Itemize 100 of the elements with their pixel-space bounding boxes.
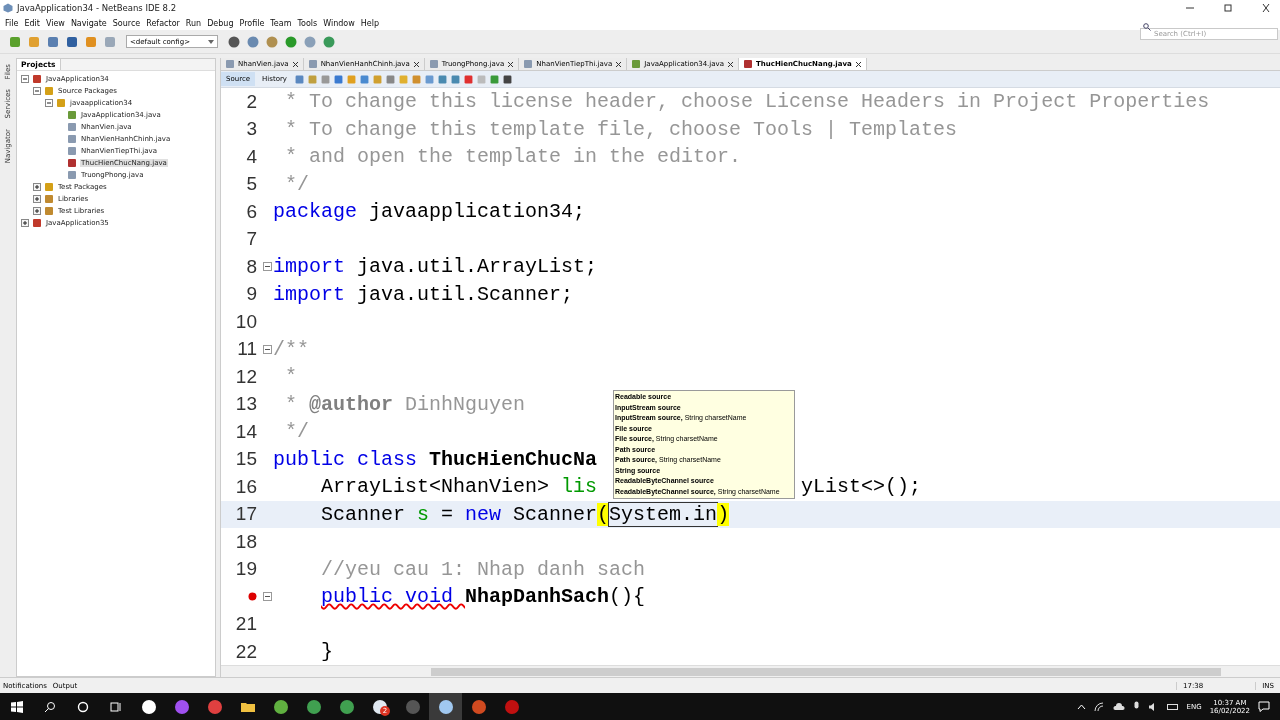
- project-icon: [32, 218, 42, 228]
- line-number: 21: [235, 613, 257, 636]
- toolbar-icon[interactable]: [46, 34, 60, 49]
- menu-item[interactable]: Profile: [236, 18, 268, 28]
- java-file-icon: [631, 59, 642, 69]
- menu-item[interactable]: Help: [357, 18, 382, 28]
- expand-icon[interactable]: [33, 207, 41, 215]
- line-number: 16: [235, 475, 257, 498]
- close-icon[interactable]: [615, 60, 623, 68]
- battery-icon[interactable]: [1166, 702, 1179, 711]
- line-number: 4: [246, 145, 257, 168]
- code-line: ArrayList<NhanVien> lis: [321, 475, 598, 499]
- expand-icon[interactable]: [21, 219, 29, 227]
- toolbar-icon[interactable]: [65, 34, 79, 49]
- close-icon[interactable]: [727, 60, 734, 68]
- expand-icon[interactable]: [33, 195, 41, 203]
- line-number: 9: [246, 283, 257, 306]
- code-line: package javaapplication34;: [273, 200, 586, 224]
- line-number: 15: [235, 448, 257, 471]
- menu-item[interactable]: View: [42, 18, 68, 28]
- line-number: 13: [235, 393, 257, 416]
- code-line: * @author DinhNguyen: [284, 392, 526, 416]
- code-line: */: [284, 420, 309, 444]
- code-line: public class ThucHienChucNa: [273, 447, 598, 471]
- app-icon: [305, 698, 322, 715]
- app-icon: [470, 698, 487, 715]
- chevron-up-icon[interactable]: [1076, 703, 1086, 710]
- line-number: 14: [235, 420, 257, 443]
- menu-item[interactable]: Navigate: [67, 18, 110, 28]
- caret-icon: [208, 39, 214, 44]
- menu-item[interactable]: Run: [182, 18, 205, 28]
- close-icon[interactable]: [291, 60, 299, 68]
- line-number: 2: [246, 90, 257, 113]
- app-icon: [3, 3, 13, 13]
- close-icon[interactable]: [507, 60, 515, 68]
- app-icon: [437, 698, 454, 715]
- restore-icon[interactable]: [1222, 3, 1234, 13]
- windows-logo-icon[interactable]: [10, 700, 23, 713]
- expand-icon[interactable]: [33, 183, 41, 191]
- app-icon: [404, 698, 421, 715]
- menu-item[interactable]: Refactor: [143, 18, 183, 28]
- line-number: 17: [235, 503, 257, 526]
- close-icon[interactable]: [1260, 3, 1272, 13]
- code-line: * To change this template file, choose Tools | Templates: [284, 117, 958, 141]
- app-icon: [503, 698, 520, 715]
- java-file-icon: [307, 59, 318, 69]
- notification-icon[interactable]: [1258, 701, 1270, 712]
- taskbar-app[interactable]: [429, 693, 462, 720]
- line-number: 8: [246, 255, 257, 278]
- toolbar-icon[interactable]: [462, 73, 474, 85]
- folder-icon: [44, 182, 54, 192]
- close-icon[interactable]: [412, 60, 420, 68]
- fold-icon[interactable]: [262, 344, 272, 354]
- line-number: 22: [235, 640, 257, 663]
- scrollbar-thumb[interactable]: [431, 667, 1221, 676]
- app-icon: [206, 698, 223, 715]
- menu-item[interactable]: Window: [320, 18, 358, 28]
- line-number: 5: [246, 173, 257, 196]
- collapse-icon[interactable]: [33, 87, 41, 95]
- fold-icon[interactable]: [262, 262, 272, 272]
- app-icon: [338, 698, 355, 715]
- app-icon: [140, 698, 157, 715]
- toolbar-icon[interactable]: [227, 34, 241, 49]
- menu-item[interactable]: Debug: [204, 18, 237, 28]
- wifi-icon[interactable]: [1093, 701, 1105, 712]
- line-number: 11: [237, 338, 257, 361]
- circle-icon[interactable]: [76, 700, 89, 713]
- menu-item[interactable]: Team: [267, 18, 295, 28]
- code-fragment: yList<>();: [801, 475, 922, 499]
- error-icon: [248, 592, 257, 602]
- java-file-icon: [523, 59, 534, 69]
- line-number: 12: [235, 365, 257, 388]
- menu-item[interactable]: File: [2, 18, 22, 28]
- collapse-icon[interactable]: [45, 99, 53, 107]
- line-number: 18: [235, 530, 257, 553]
- toolbar-icon[interactable]: [332, 73, 344, 85]
- close-icon[interactable]: [854, 60, 862, 68]
- code-line: import java.util.Scanner;: [273, 282, 574, 306]
- search-icon: [1143, 23, 1151, 31]
- java-file-icon: [225, 59, 235, 69]
- cloud-icon[interactable]: [1112, 702, 1125, 711]
- line-number: 7: [246, 228, 257, 251]
- toolbar-icon[interactable]: [501, 73, 513, 85]
- code-line: Scanner s = new Scanner(System.in): [321, 502, 730, 526]
- project-icon: [32, 74, 42, 84]
- menu-item[interactable]: Tools: [294, 18, 321, 28]
- menu-item[interactable]: Edit: [21, 18, 43, 28]
- java-file-icon: [428, 59, 439, 69]
- window-title: JavaApplication34 - NetBeans IDE 8.2: [17, 3, 178, 13]
- task-view-icon[interactable]: [109, 700, 122, 713]
- collapse-icon[interactable]: [21, 75, 29, 83]
- code-line: *: [284, 365, 297, 389]
- menu-item[interactable]: Source: [109, 18, 144, 28]
- search-icon[interactable]: [43, 700, 56, 713]
- code-line: import java.util.ArrayList;: [273, 255, 598, 279]
- line-number: 6: [246, 200, 257, 223]
- code-line: //yeu cau 1: Nhap danh sach: [321, 557, 646, 581]
- code-line: /**: [273, 337, 309, 361]
- code-line: }: [321, 640, 333, 664]
- fold-icon[interactable]: [262, 592, 272, 602]
